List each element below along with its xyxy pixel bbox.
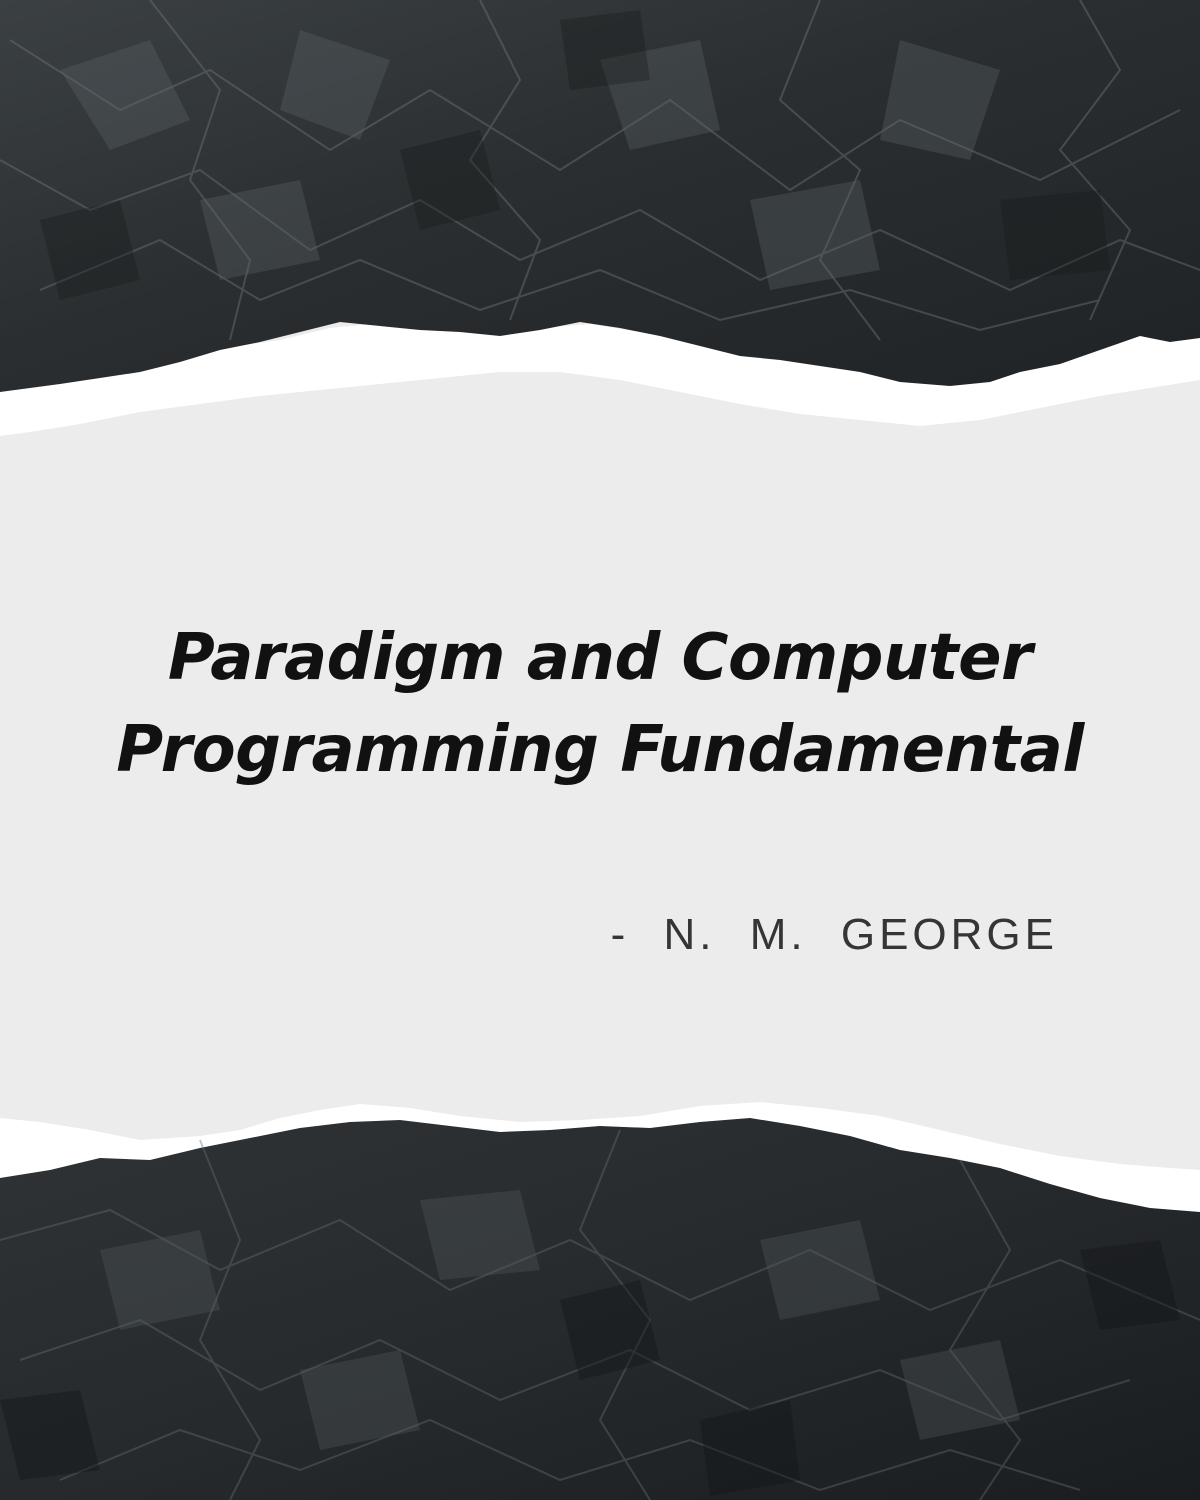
crumpled-paper-top xyxy=(0,0,1200,440)
crumpled-paper-top-art xyxy=(0,0,1200,440)
crumpled-paper-bottom xyxy=(0,1100,1200,1500)
book-title: Paradigm and Computer Programming Fundam… xyxy=(0,612,1200,796)
book-cover: Paradigm and Computer Programming Fundam… xyxy=(0,0,1200,1500)
author-name: - N. M. GEORGE xyxy=(610,910,1058,959)
crumpled-paper-bottom-art xyxy=(0,1102,1200,1500)
title-line-2: Programming Fundamental xyxy=(116,713,1084,787)
title-line-1: Paradigm and Computer xyxy=(167,621,1033,695)
